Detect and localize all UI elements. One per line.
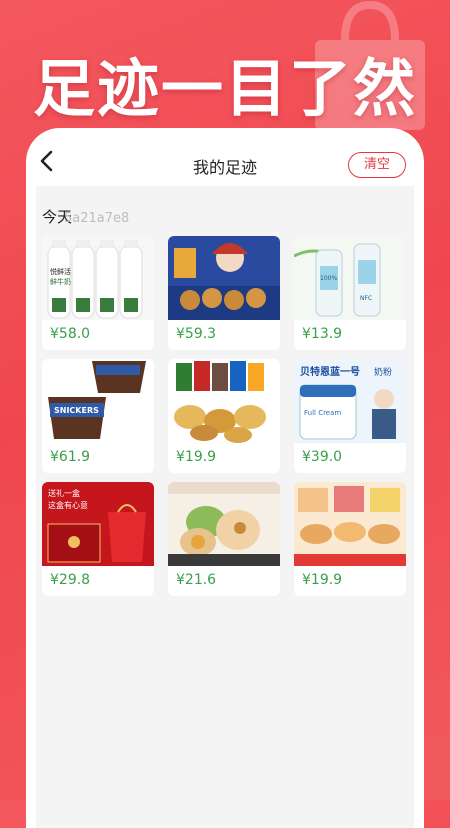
coconut-percent-text: 100% [320,275,337,282]
product-price: ¥59.3 [176,326,217,342]
section-header: 今天5a21a7e8 [42,206,129,230]
product-price: ¥58.0 [50,326,91,342]
product-card[interactable]: 贝特恩蓝一号 奶粉 Full Cream ¥39.0 [294,359,406,473]
clear-button[interactable]: 清空 [348,152,406,178]
product-image-coconut-water: 100% NFC [294,236,406,320]
product-card[interactable]: ¥21.6 [168,482,280,596]
product-image-milk: 悦鲜活 鲜牛奶 [42,236,154,320]
snickers-text: SNICKERS [54,406,99,415]
product-card[interactable]: 悦鲜活 鲜牛奶 ¥58.0 [42,236,154,350]
product-image-bakery [294,482,406,566]
phone-frame: 我的足迹 清空 今天5a21a7e8 悦鲜活 鲜牛奶 ¥58.0 ¥59.3 1… [26,128,424,828]
product-card[interactable]: 100% NFC ¥13.9 [294,236,406,350]
giftbox-line2-text: 这盒有心意 [48,500,88,510]
product-card[interactable]: ¥19.9 [294,482,406,596]
product-price: ¥19.9 [176,449,217,465]
milkpowder-can-text: Full Cream [304,409,341,417]
product-card[interactable]: ¥19.9 [168,359,280,473]
product-price: ¥29.8 [50,572,91,588]
product-image-snacks [168,359,280,443]
product-card[interactable]: 送礼一盒 这盒有心意 ¥29.8 [42,482,154,596]
product-card[interactable]: SNICKERS ¥61.9 [42,359,154,473]
nav-bar: 我的足迹 清空 [26,128,424,186]
product-image-milk-powder: 贝特恩蓝一号 奶粉 Full Cream [294,359,406,443]
product-image-gift-box: 送礼一盒 这盒有心意 [42,482,154,566]
product-card[interactable]: ¥59.3 [168,236,280,350]
giftbox-line1-text: 送礼一盒 [48,488,80,498]
product-price: ¥13.9 [302,326,343,342]
nfc-text: NFC [360,295,372,302]
product-image-mochi [168,482,280,566]
section-subtitle: 5a21a7e8 [64,211,130,226]
milk-label-text: 悦鲜活 [50,267,71,276]
hero-headline: 足迹一目了然 [32,52,417,125]
product-image-snickers: SNICKERS [42,359,154,443]
milk-sub-text: 鲜牛奶 [50,277,71,286]
milkpowder-tail-text: 奶粉 [374,366,392,378]
milkpowder-banner-text: 贝特恩蓝一号 [300,365,360,378]
product-price: ¥61.9 [50,449,91,465]
product-price: ¥21.6 [176,572,217,588]
product-image-mooncake [168,236,280,320]
footprint-list[interactable]: 今天5a21a7e8 悦鲜活 鲜牛奶 ¥58.0 ¥59.3 100% NFC … [36,186,414,828]
product-price: ¥39.0 [302,449,343,465]
product-price: ¥19.9 [302,572,343,588]
